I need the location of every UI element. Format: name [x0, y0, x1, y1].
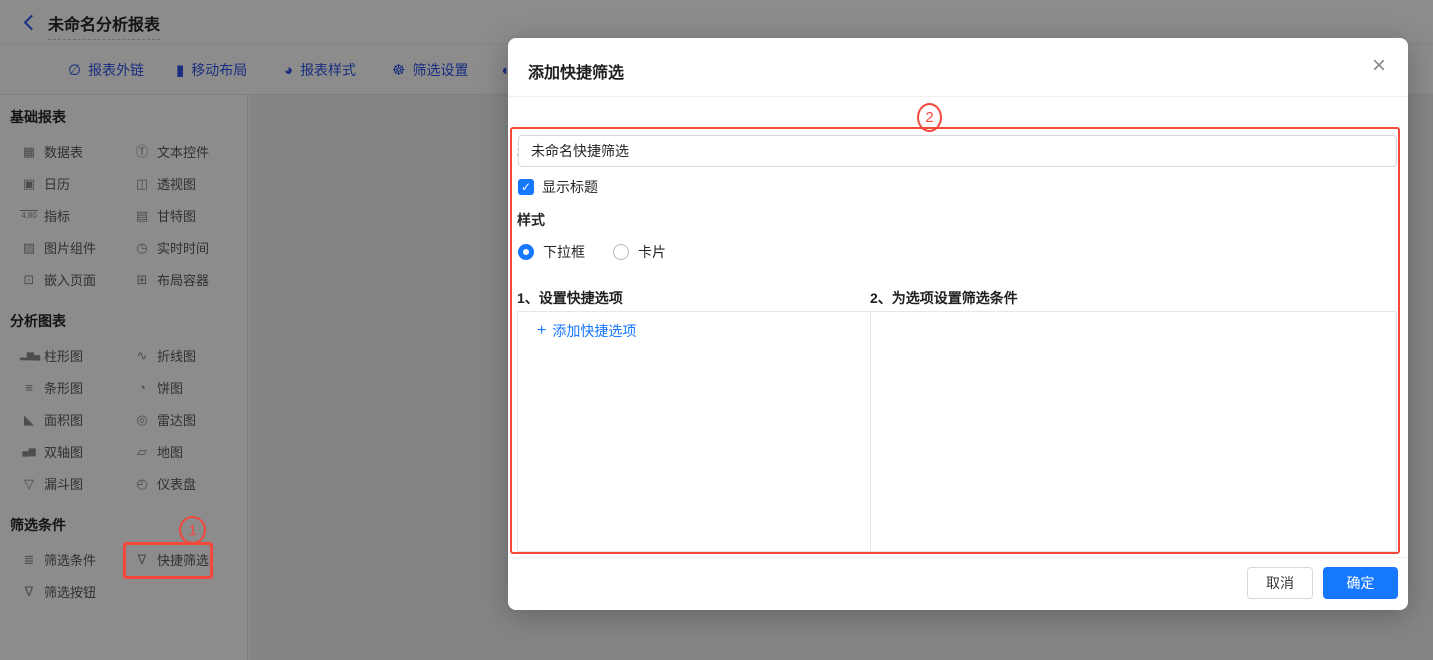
- modal-header: 添加快捷筛选 ×: [508, 38, 1408, 97]
- annotation-step1-circle: 1: [179, 516, 206, 544]
- cancel-button[interactable]: 取消: [1247, 567, 1313, 599]
- confirm-button[interactable]: 确定: [1323, 567, 1398, 599]
- annotation-step1-box: [123, 542, 213, 579]
- annotation-step2-box: [510, 127, 1400, 554]
- modal-title: 添加快捷筛选: [528, 59, 624, 83]
- modal-footer: 取消 确定: [508, 557, 1408, 610]
- close-icon[interactable]: ×: [1372, 54, 1386, 78]
